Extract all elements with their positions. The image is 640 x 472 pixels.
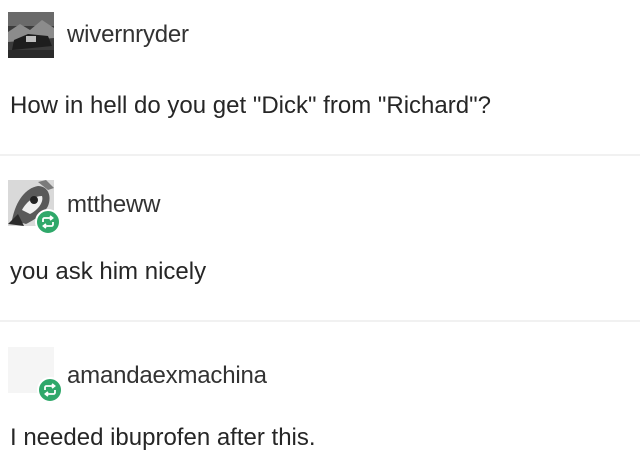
landscape-avatar-icon [8, 12, 54, 58]
post: wivernryder How in hell do you get "Dick… [0, 0, 640, 157]
username[interactable]: amandaexmachina [67, 362, 267, 390]
username[interactable]: mttheww [67, 191, 160, 219]
post-text: I needed ibuprofen after this. [10, 424, 316, 451]
post: amandaexmachina I needed ibuprofen after… [0, 322, 640, 472]
reblog-icon [44, 383, 56, 397]
reblog-badge [37, 377, 63, 403]
post-text: you ask him nicely [10, 258, 207, 285]
post: mttheww you ask him nicely [0, 157, 640, 322]
divider [0, 154, 640, 156]
reblog-icon [42, 215, 54, 229]
post-text: How in hell do you get "Dick" from "Rich… [10, 92, 491, 119]
reblog-badge [35, 209, 61, 235]
username[interactable]: wivernryder [67, 21, 189, 49]
avatar[interactable] [8, 12, 54, 58]
